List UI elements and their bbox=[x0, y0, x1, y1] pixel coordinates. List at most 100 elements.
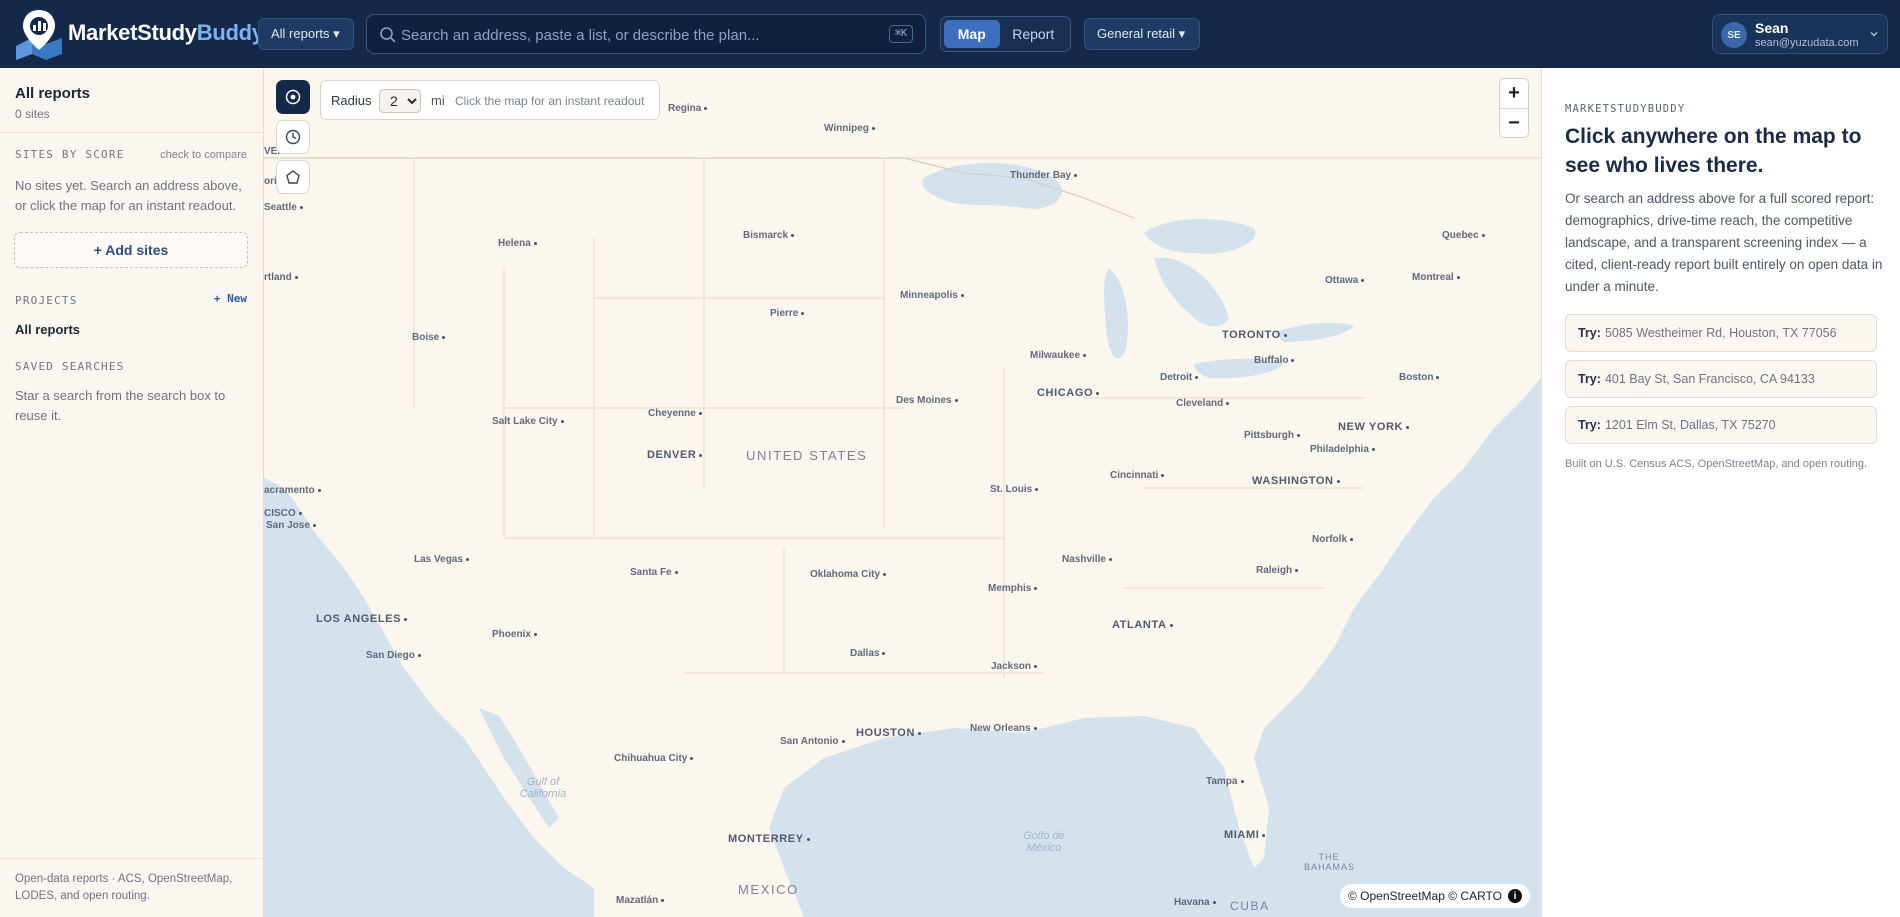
map-label-city: acramento bbox=[264, 485, 321, 496]
map-label-city: NEW YORK bbox=[1338, 422, 1410, 433]
city-dot-icon bbox=[883, 572, 887, 576]
city-dot-icon bbox=[294, 275, 298, 279]
city-dot-icon bbox=[1161, 473, 1165, 477]
map-label-city: WASHINGTON bbox=[1252, 476, 1340, 487]
map-label-city: Montreal bbox=[1412, 272, 1460, 283]
map-label-city: Detroit bbox=[1160, 372, 1199, 383]
user-name: Sean bbox=[1755, 20, 1789, 36]
city-dot-icon bbox=[1083, 353, 1087, 357]
city-dot-icon bbox=[841, 739, 845, 743]
tab-map[interactable]: Map bbox=[944, 20, 1000, 48]
map-label-city: Phoenix bbox=[492, 629, 537, 640]
city-dot-icon bbox=[806, 837, 810, 841]
map-label-city: Salt Lake City bbox=[492, 416, 564, 427]
city-dot-icon bbox=[1295, 568, 1299, 572]
info-icon[interactable]: i bbox=[1507, 889, 1522, 903]
radius-unit: mi bbox=[431, 93, 445, 108]
map-label-city: Oklahoma City bbox=[810, 569, 887, 580]
city-dot-icon bbox=[871, 126, 875, 130]
saved-section-label: SAVED SEARCHES bbox=[15, 360, 125, 373]
city-dot-icon bbox=[1336, 479, 1340, 483]
city-dot-icon bbox=[1283, 333, 1287, 337]
radius-tool-button[interactable] bbox=[276, 80, 310, 114]
site-count: 0 sites bbox=[15, 107, 50, 121]
map-label-city: Pittsburgh bbox=[1244, 430, 1300, 441]
map-label-city: Norfolk bbox=[1312, 534, 1353, 545]
map-label-city: Nashville bbox=[1062, 554, 1112, 565]
sites-section-label: SITES BY SCORE bbox=[15, 148, 125, 161]
city-dot-icon bbox=[442, 335, 446, 339]
city-dot-icon bbox=[674, 570, 678, 574]
city-dot-icon bbox=[1481, 233, 1485, 237]
avatar: SE bbox=[1721, 22, 1747, 48]
map-label-city: Boise bbox=[412, 332, 446, 343]
zoom-out-button[interactable]: − bbox=[1500, 109, 1528, 138]
divider bbox=[0, 858, 264, 859]
city-dot-icon bbox=[1226, 401, 1230, 405]
user-menu[interactable]: SE Sean sean@yuzudata.com bbox=[1712, 14, 1888, 54]
map-label-city: San Antonio bbox=[780, 736, 845, 747]
map-label-city: HOUSTON bbox=[856, 728, 922, 739]
radius-select[interactable]: 1 2 3 5 10 bbox=[379, 89, 421, 113]
city-dot-icon bbox=[954, 398, 958, 402]
search-icon bbox=[380, 27, 396, 43]
map-label-country: UNITED STATES bbox=[746, 448, 868, 463]
map-label-city: MONTERREY bbox=[728, 834, 810, 845]
city-dot-icon bbox=[533, 632, 537, 636]
map-label-city: Ottawa bbox=[1325, 275, 1365, 286]
all-reports-dropdown[interactable]: All reports ▾ bbox=[258, 18, 354, 50]
city-dot-icon bbox=[1371, 447, 1375, 451]
divider bbox=[0, 132, 264, 133]
zoom-control: + − bbox=[1499, 78, 1529, 138]
map-label-city: Raleigh bbox=[1256, 565, 1299, 576]
search-input[interactable] bbox=[401, 23, 851, 47]
sidebar: All reports 0 sites SITES BY SCORE check… bbox=[0, 68, 264, 917]
polygon-tool-button[interactable] bbox=[276, 160, 310, 194]
city-dot-icon bbox=[317, 488, 321, 492]
map-label-city: Boston bbox=[1399, 372, 1440, 383]
try-example-button[interactable]: Try: 401 Bay St, San Francisco, CA 94133 bbox=[1565, 360, 1877, 398]
drive-time-tool-button[interactable] bbox=[276, 120, 310, 154]
map-label-city: Seattle bbox=[264, 202, 303, 213]
map-label-city: LOS ANGELES bbox=[316, 614, 408, 625]
brand-name[interactable]: MarketStudyBuddy bbox=[68, 20, 264, 46]
map-label-city: Thunder Bay bbox=[1010, 170, 1078, 181]
city-dot-icon bbox=[1169, 623, 1173, 627]
new-project-button[interactable]: + New bbox=[214, 292, 247, 305]
city-dot-icon bbox=[661, 898, 665, 902]
search-shortcut-badge: ⌘K bbox=[888, 25, 913, 43]
map-label-city: Milwaukee bbox=[1030, 350, 1087, 361]
search-bar[interactable]: ⌘K bbox=[366, 14, 926, 54]
map-label-city: CHICAGO bbox=[1037, 388, 1100, 399]
city-dot-icon bbox=[1035, 487, 1039, 491]
map-canvas[interactable]: Regina Winnipeg Thunder Bay Quebec VER o… bbox=[264, 68, 1541, 917]
try-example-button[interactable]: Try: 1201 Elm St, Dallas, TX 75270 bbox=[1565, 406, 1877, 444]
try-example-button[interactable]: Try: 5085 Westheimer Rd, Houston, TX 7705… bbox=[1565, 314, 1877, 352]
city-dot-icon bbox=[1436, 375, 1440, 379]
city-dot-icon bbox=[791, 233, 795, 237]
zoom-in-button[interactable]: + bbox=[1500, 79, 1528, 108]
city-dot-icon bbox=[801, 311, 805, 315]
top-bar: MarketStudyBuddy All reports ▾ ⌘K Map Re… bbox=[0, 0, 1900, 68]
map-label-city: Jackson bbox=[991, 661, 1038, 672]
city-dot-icon bbox=[1406, 425, 1410, 429]
map-basemap bbox=[264, 68, 1541, 917]
city-dot-icon bbox=[1291, 358, 1295, 362]
map-label-country: CUBA bbox=[1230, 899, 1270, 913]
city-dot-icon bbox=[1212, 900, 1216, 904]
project-item-all-reports[interactable]: All reports bbox=[15, 322, 80, 337]
polygon-icon bbox=[286, 170, 300, 184]
radius-label: Radius bbox=[331, 93, 372, 108]
info-panel: MARKETSTUDYBUDDY Click anywhere on the m… bbox=[1541, 68, 1900, 917]
attribution-text[interactable]: © OpenStreetMap © CARTO bbox=[1348, 889, 1502, 903]
tab-report[interactable]: Report bbox=[1000, 20, 1067, 48]
city-dot-icon bbox=[1361, 278, 1365, 282]
city-dot-icon bbox=[1456, 275, 1460, 279]
map-label-city: DENVER bbox=[647, 450, 703, 461]
add-sites-button[interactable]: + Add sites bbox=[14, 232, 248, 268]
map-label-city: Havana bbox=[1174, 897, 1216, 908]
category-dropdown[interactable]: General retail ▾ bbox=[1084, 18, 1200, 50]
city-dot-icon bbox=[299, 205, 303, 209]
map-label-city: Buffalo bbox=[1254, 355, 1295, 366]
map-label-city: CISCO bbox=[264, 508, 302, 519]
